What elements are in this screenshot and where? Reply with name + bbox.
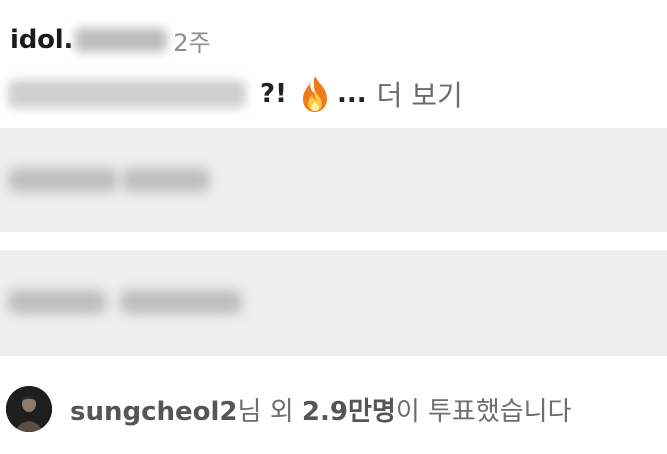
- post-header: idol. 2주: [10, 22, 211, 58]
- post-time: 2주: [173, 28, 211, 57]
- voters-suffix-2: 이 투표했습니다: [395, 396, 572, 427]
- caption-blurred-text: [8, 80, 246, 108]
- caption-ellipsis: ...: [336, 79, 367, 109]
- voters-suffix-1: 님 외: [237, 396, 302, 427]
- poll-option-1-blurred-label: [8, 168, 118, 192]
- username[interactable]: idol.: [10, 25, 73, 55]
- fire-emoji-icon: [302, 76, 327, 112]
- poll-option-2-blurred-label-2: [120, 290, 242, 314]
- username-blurred: [75, 28, 168, 52]
- caption: ?! ... 더 보기: [8, 72, 463, 116]
- poll-option-2-blurred-label: [8, 290, 106, 314]
- instagram-poll-post: idol. 2주 ?! ... 더 보기 sungcheol2님 외 2.9만명…: [0, 0, 667, 454]
- poll-option-1-blurred-label-2: [122, 168, 210, 192]
- more-link[interactable]: 더 보기: [377, 74, 463, 114]
- voter-count: 2.9만명: [301, 396, 396, 427]
- caption-punctuation: ?!: [260, 79, 287, 109]
- voters-summary[interactable]: sungcheol2님 외 2.9만명이 투표했습니다: [6, 384, 572, 434]
- avatar-photo-icon: [6, 386, 52, 432]
- poll-option-2[interactable]: [0, 250, 667, 356]
- avatar[interactable]: [6, 386, 52, 432]
- voter-username[interactable]: sungcheol2: [70, 397, 238, 427]
- poll-option-1[interactable]: [0, 128, 667, 232]
- voters-text: sungcheol2님 외 2.9만명이 투표했습니다: [70, 391, 572, 428]
